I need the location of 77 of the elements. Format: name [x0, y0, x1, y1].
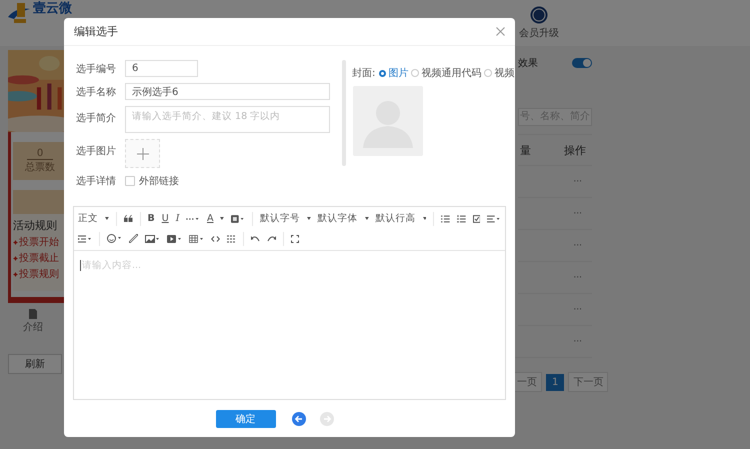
rule-text: 投票开始: [19, 236, 59, 249]
font-family-dropdown[interactable]: 默认字体: [318, 212, 358, 225]
bold-button[interactable]: B: [147, 213, 155, 224]
sparkle-icon: [13, 240, 18, 244]
confirm-button[interactable]: 确定: [216, 410, 276, 428]
link-icon[interactable]: [129, 234, 138, 243]
sparkle-icon: [13, 256, 18, 260]
more-actions[interactable]: ···: [573, 240, 582, 250]
table-icon[interactable]: [189, 234, 204, 242]
align-icon[interactable]: [487, 214, 501, 222]
italic-button[interactable]: I: [176, 213, 180, 224]
vip-upgrade-link[interactable]: 会员升级: [519, 26, 559, 40]
more-icon[interactable]: [186, 216, 200, 222]
quote-icon[interactable]: [124, 215, 133, 222]
image-upload[interactable]: [125, 139, 160, 168]
code-icon[interactable]: [211, 236, 220, 242]
highlight-icon[interactable]: [231, 214, 245, 222]
checkbox[interactable]: [125, 176, 135, 186]
line-height-dropdown[interactable]: 默认行高: [376, 212, 416, 225]
sparkle-icon: [13, 272, 18, 276]
vip-badge-icon: [530, 6, 548, 24]
plus-icon: [136, 148, 148, 160]
next-page-button[interactable]: 下一页: [568, 372, 608, 392]
paragraph-dropdown[interactable]: 正文: [78, 212, 98, 225]
more-actions[interactable]: ···: [573, 176, 582, 186]
field-label: 选手编号: [76, 62, 117, 76]
bullet-list-icon[interactable]: [441, 214, 450, 222]
column-header: 操作: [564, 142, 586, 158]
numbered-list-icon[interactable]: [457, 214, 466, 222]
intro-tab[interactable]: 介绍: [18, 309, 48, 334]
effect-toggle[interactable]: [572, 58, 592, 68]
refresh-button[interactable]: 刷新: [8, 354, 62, 374]
more-actions[interactable]: ···: [573, 336, 582, 346]
column-header: 量: [520, 142, 531, 158]
image-icon[interactable]: [145, 234, 160, 242]
caret-icon[interactable]: [422, 217, 426, 220]
cover-label: 封面:: [352, 66, 376, 80]
checkbox-list-icon[interactable]: [472, 214, 480, 222]
caret-icon[interactable]: [220, 217, 224, 220]
page-number[interactable]: 1: [546, 374, 564, 390]
checkbox-label: 外部链接: [139, 174, 179, 188]
dialog-title: 编辑选手: [74, 24, 118, 39]
number-input[interactable]: 6: [125, 60, 198, 77]
fullscreen-icon[interactable]: [291, 234, 299, 242]
rule-text: 投票规则: [19, 268, 59, 281]
cover-radio[interactable]: 视频通用代码: [411, 66, 482, 80]
divider-icon[interactable]: [227, 234, 236, 242]
emoji-icon[interactable]: [107, 234, 122, 243]
logo-icon: [6, 1, 32, 25]
logo-text: 壹云微: [33, 1, 72, 16]
more-actions[interactable]: ···: [573, 272, 582, 282]
cover-radio[interactable]: 图片: [379, 66, 408, 80]
field-label: 选手详情: [76, 174, 117, 188]
indent-icon[interactable]: [78, 234, 92, 242]
font-size-dropdown[interactable]: 默认字号: [260, 212, 300, 225]
field-label: 选手简介: [76, 112, 117, 125]
caret-icon[interactable]: [306, 217, 311, 220]
prev-page-button[interactable]: 一页: [512, 372, 542, 392]
close-icon[interactable]: [496, 27, 505, 36]
document-icon: [29, 309, 37, 319]
caret-icon[interactable]: [105, 217, 109, 220]
redo-icon[interactable]: [267, 235, 276, 242]
field-label: 选手图片: [76, 144, 117, 158]
effect-label: 效果: [518, 57, 538, 70]
font-color-button[interactable]: A: [206, 213, 214, 224]
caret-icon[interactable]: [364, 217, 369, 220]
rules-title: 活动规则: [13, 218, 58, 233]
cover-radio[interactable]: 视频: [484, 66, 514, 80]
avatar-placeholder-icon: [353, 86, 423, 156]
underline-button[interactable]: U: [162, 213, 169, 224]
field-label: 选手名称: [76, 86, 117, 98]
name-input[interactable]: 示例选手6: [125, 83, 330, 100]
rule-text: 投票截止: [19, 252, 59, 265]
more-actions[interactable]: ···: [573, 304, 582, 314]
video-icon[interactable]: [167, 234, 182, 242]
more-actions[interactable]: ···: [573, 208, 582, 218]
undo-icon[interactable]: [251, 235, 260, 242]
